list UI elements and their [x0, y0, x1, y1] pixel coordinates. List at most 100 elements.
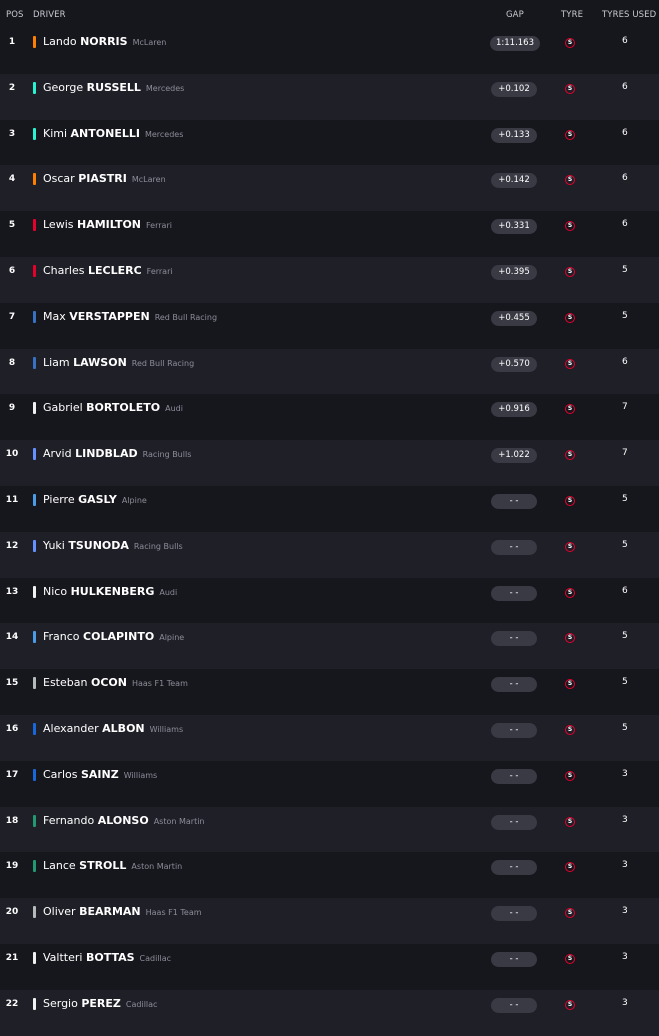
table-row[interactable]: 3 Kimi ANTONELLI Mercedes +0.133 S 6 [0, 120, 659, 166]
driver-last-name: BORTOLETO [86, 401, 161, 415]
team-color-bar [33, 814, 36, 827]
table-row[interactable]: 21 Valtteri BOTTAS Cadillac - - S 3 [0, 944, 659, 990]
driver-first-name: Liam [43, 355, 70, 369]
team-name: Aston Martin [153, 816, 205, 826]
driver-name[interactable]: George RUSSELL Mercedes [43, 81, 184, 94]
team-name: Audi [165, 404, 183, 414]
gap-pill: 1:11.163 [490, 36, 540, 51]
driver-last-name: LAWSON [73, 355, 127, 369]
driver-name[interactable]: Carlos SAINZ Williams [43, 768, 157, 781]
table-row[interactable]: 9 Gabriel BORTOLETO Audi +0.916 S 7 [0, 394, 659, 440]
soft-tyre-icon: S [565, 633, 575, 644]
table-row[interactable]: 11 Pierre GASLY Alpine - - S 5 [0, 486, 659, 532]
driver-name[interactable]: Oliver BEARMAN Haas F1 Team [43, 905, 202, 918]
driver-name[interactable]: Max VERSTAPPEN Red Bull Racing [43, 310, 217, 323]
gap-pill: +0.916 [491, 402, 537, 418]
table-row[interactable]: 2 George RUSSELL Mercedes +0.102 S 6 [0, 73, 659, 120]
driver-last-name: NORRIS [80, 35, 128, 48]
table-row[interactable]: 5 Lewis HAMILTON Ferrari +0.331 S 6 [0, 211, 659, 257]
table-row[interactable]: 4 Oscar PIASTRI McLaren +0.142 S 6 [0, 165, 659, 212]
driver-first-name: Nico [43, 584, 68, 598]
team-name: Alpine [121, 495, 147, 505]
driver-last-name: COLAPINTO [83, 630, 155, 644]
soft-tyre-icon: S [565, 175, 575, 186]
soft-tyre-icon: S [565, 38, 575, 48]
driver-first-name: Lando [43, 35, 77, 48]
driver-name[interactable]: Arvid LINDBLAD Racing Bulls [43, 447, 191, 460]
table-row[interactable]: 19 Lance STROLL Aston Martin - - S 3 [0, 852, 659, 898]
table-row[interactable]: 1 Lando NORRIS McLaren 1:11.163 S 6 [0, 28, 659, 74]
soft-tyre-icon: S [565, 221, 575, 232]
table-row[interactable]: 12 Yuki TSUNODA Racing Bulls - - S 5 [0, 531, 659, 578]
column-header-pos[interactable]: POS [6, 10, 24, 20]
driver-name[interactable]: Alexander ALBON Williams [43, 722, 183, 735]
position-number: 21 [5, 952, 19, 963]
tyres-used-count: 7 [622, 448, 628, 459]
soft-tyre-icon: S [565, 679, 575, 690]
driver-last-name: LECLERC [87, 263, 142, 277]
position-number: 4 [8, 174, 16, 185]
team-name: Cadillac [125, 999, 158, 1009]
team-color-bar [33, 677, 36, 690]
driver-last-name: ANTONELLI [70, 126, 140, 140]
column-header-tyre[interactable]: TYRE [561, 10, 583, 20]
table-row[interactable]: 16 Alexander ALBON Williams - - S 5 [0, 714, 659, 761]
driver-name[interactable]: Nico HULKENBERG Audi [43, 585, 177, 598]
driver-name[interactable]: Gabriel BORTOLETO Audi [43, 401, 183, 414]
driver-name[interactable]: Charles LECLERC Ferrari [43, 264, 173, 277]
table-row[interactable]: 6 Charles LECLERC Ferrari +0.395 S 5 [0, 256, 659, 303]
driver-name[interactable]: Valtteri BOTTAS Cadillac [43, 951, 171, 964]
column-header-driver[interactable]: DRIVER [33, 10, 66, 20]
table-row[interactable]: 7 Max VERSTAPPEN Red Bull Racing +0.455 S 5 [0, 303, 659, 349]
table-row[interactable]: 15 Esteban OCON Haas F1 Team - - S 5 [0, 669, 659, 715]
driver-first-name: Lewis [43, 218, 74, 232]
driver-name[interactable]: Esteban OCON Haas F1 Team [43, 676, 188, 689]
table-row[interactable]: 17 Carlos SAINZ Williams - - S 3 [0, 761, 659, 807]
gap-pill: - - [491, 677, 537, 693]
table-row[interactable]: 14 Franco COLAPINTO Alpine - - S 5 [0, 623, 659, 670]
table-row[interactable]: 8 Liam LAWSON Red Bull Racing +0.570 S 6 [0, 348, 659, 395]
table-row[interactable]: 18 Fernando ALONSO Aston Martin - - S 3 [0, 806, 659, 853]
driver-last-name: LINDBLAD [75, 447, 138, 461]
gap-pill: +0.102 [491, 81, 537, 97]
table-row[interactable]: 22 Sergio PEREZ Cadillac - - S 3 [0, 989, 659, 1036]
soft-tyre-icon: S [565, 312, 575, 323]
driver-last-name: ALBON [102, 721, 145, 735]
team-color-bar [33, 906, 36, 919]
driver-name[interactable]: Lance STROLL Aston Martin [43, 859, 182, 872]
tyres-used-count: 6 [622, 219, 628, 230]
team-name: McLaren [131, 175, 166, 185]
tyres-used-count: 3 [622, 768, 628, 779]
driver-name[interactable]: Lando NORRIS McLaren [43, 35, 166, 48]
gap-pill: +0.570 [491, 356, 537, 372]
column-header-tyres-used[interactable]: TYRES USED [602, 10, 656, 20]
driver-name[interactable]: Pierre GASLY Alpine [43, 493, 147, 506]
table-row[interactable]: 13 Nico HULKENBERG Audi - - S 6 [0, 578, 659, 624]
table-row[interactable]: 20 Oliver BEARMAN Haas F1 Team - - S 3 [0, 898, 659, 944]
driver-name[interactable]: Franco COLAPINTO Alpine [43, 630, 184, 643]
driver-name[interactable]: Fernando ALONSO Aston Martin [43, 814, 205, 827]
driver-name[interactable]: Lewis HAMILTON Ferrari [43, 218, 172, 231]
team-name: Mercedes [144, 129, 184, 139]
team-color-bar [33, 539, 36, 552]
team-color-bar [33, 127, 36, 140]
driver-name[interactable]: Liam LAWSON Red Bull Racing [43, 356, 194, 369]
driver-first-name: Charles [43, 263, 85, 277]
team-color-bar [33, 81, 36, 94]
driver-last-name: SAINZ [80, 767, 119, 781]
driver-name[interactable]: Oscar PIASTRI McLaren [43, 172, 166, 185]
position-number: 6 [8, 265, 16, 276]
driver-first-name: Oscar [43, 172, 75, 186]
position-number: 19 [5, 861, 19, 872]
column-header-gap[interactable]: GAP [506, 10, 524, 20]
team-color-bar [33, 219, 36, 232]
driver-name[interactable]: Sergio PEREZ Cadillac [43, 997, 157, 1010]
soft-tyre-icon: S [565, 953, 575, 964]
driver-last-name: HAMILTON [77, 218, 142, 232]
driver-name[interactable]: Yuki TSUNODA Racing Bulls [43, 539, 183, 552]
driver-name[interactable]: Kimi ANTONELLI Mercedes [43, 127, 183, 140]
position-number: 22 [5, 998, 19, 1009]
table-row[interactable]: 10 Arvid LINDBLAD Racing Bulls +1.022 S 7 [0, 440, 659, 486]
soft-tyre-icon: S [565, 862, 575, 873]
driver-last-name: PEREZ [81, 996, 121, 1010]
